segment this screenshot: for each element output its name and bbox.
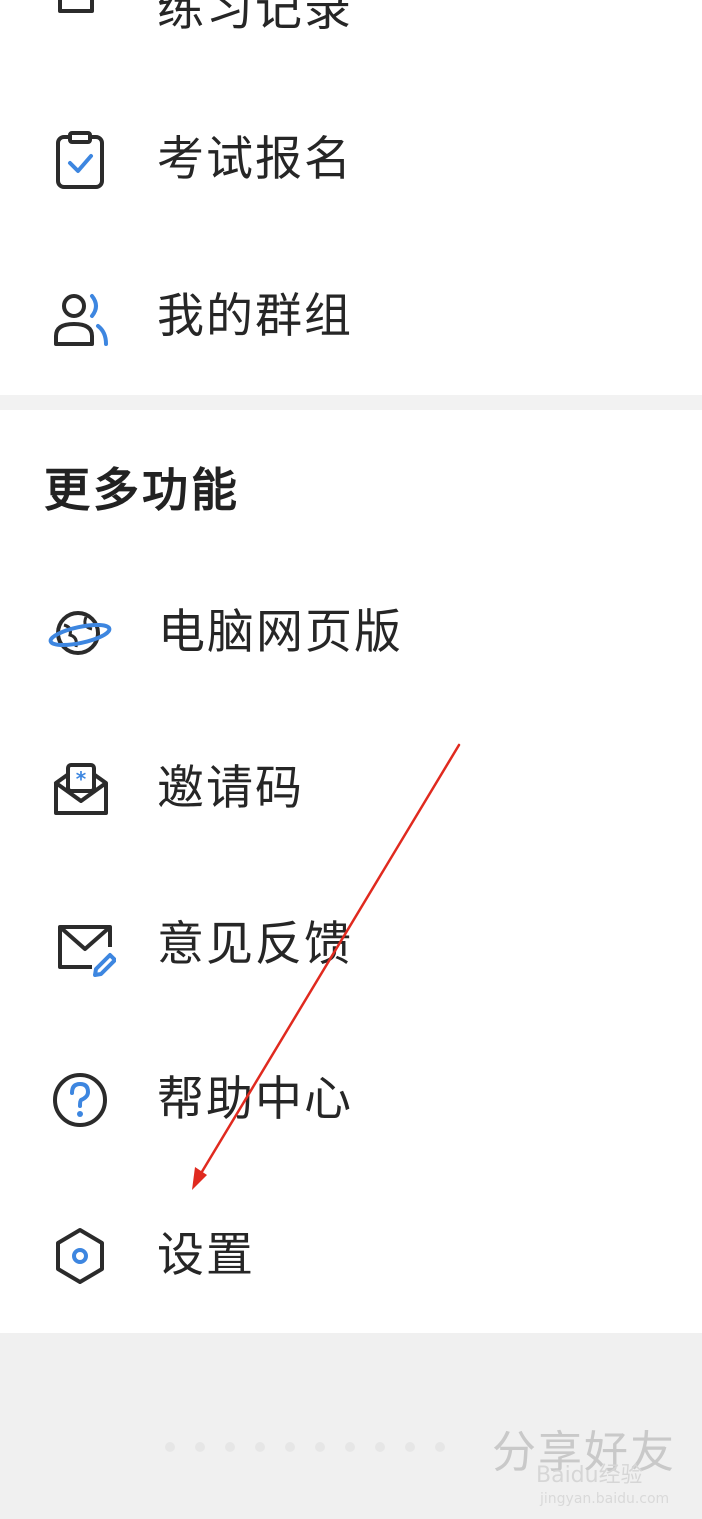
page-dots-decoration: [165, 1442, 445, 1452]
svg-text:*: *: [76, 767, 87, 791]
menu-item-label: 意见反馈: [157, 917, 353, 972]
my-groups-icon: [48, 286, 112, 350]
menu-item-my-groups[interactable]: 我的群组: [0, 253, 702, 383]
menu-item-help-center[interactable]: 帮助中心: [0, 1036, 702, 1166]
web-globe-icon: [48, 601, 112, 665]
menu-item-practice-record[interactable]: 练习记录: [0, 0, 702, 80]
menu-item-feedback[interactable]: 意见反馈: [0, 881, 702, 1011]
exam-registration-icon: [48, 129, 112, 193]
menu-item-label: 电脑网页版: [158, 605, 403, 660]
menu-card-top: 练习记录 考试报名 我的群组: [0, 0, 702, 395]
practice-record-icon: [48, 0, 112, 49]
baidu-jingyan-watermark-url: jingyan.baidu.com: [540, 1491, 670, 1507]
feedback-mail-icon: [52, 913, 116, 977]
menu-item-label: 练习记录: [157, 0, 353, 37]
menu-item-invite-code[interactable]: * 邀请码: [0, 725, 702, 855]
baidu-jingyan-watermark-logo: Baidu经验: [536, 1463, 643, 1488]
menu-item-exam-registration[interactable]: 考试报名: [0, 96, 702, 226]
menu-item-settings[interactable]: 设置: [0, 1192, 702, 1322]
invite-code-icon: *: [48, 757, 112, 821]
help-question-icon: [48, 1068, 112, 1132]
menu-item-label: 邀请码: [157, 761, 304, 816]
menu-item-label: 考试报名: [157, 132, 353, 187]
menu-item-label: 设置: [157, 1228, 255, 1283]
menu-item-label: 帮助中心: [157, 1072, 353, 1127]
settings-hexagon-icon: [48, 1224, 112, 1288]
menu-item-web-version[interactable]: 电脑网页版: [0, 566, 702, 696]
menu-item-label: 我的群组: [157, 289, 353, 344]
section-title-more-features: 更多功能: [44, 463, 240, 517]
